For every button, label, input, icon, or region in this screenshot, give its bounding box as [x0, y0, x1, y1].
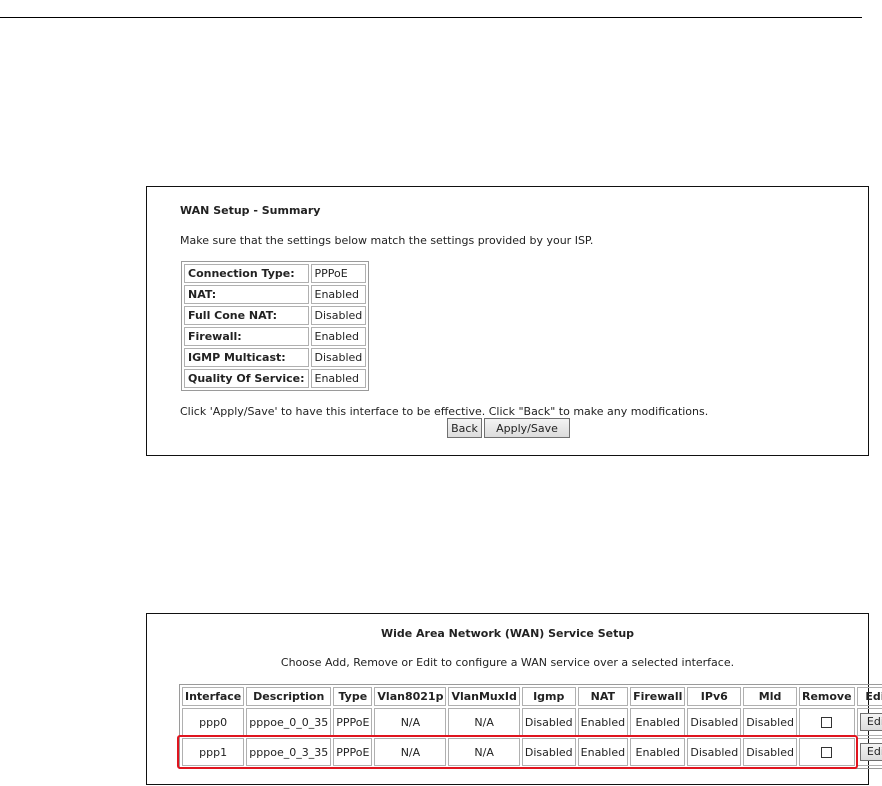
- table-row: ppp1 pppoe_0_3_35 PPPoE N/A N/A Disabled…: [182, 738, 882, 766]
- summary-row: Full Cone NAT: Disabled: [184, 306, 367, 325]
- summary-table: Connection Type: PPPoE NAT: Enabled Full…: [181, 261, 370, 391]
- remove-checkbox[interactable]: [821, 747, 833, 758]
- col-description: Description: [246, 687, 332, 706]
- cell-edit: Edit: [856, 708, 882, 736]
- summary-value: Enabled: [310, 285, 367, 304]
- col-ipv6: IPv6: [687, 687, 742, 706]
- summary-label: Full Cone NAT:: [184, 306, 309, 325]
- col-type: Type: [333, 687, 373, 706]
- summary-row: NAT: Enabled: [184, 285, 367, 304]
- cell-igmp: Disabled: [521, 738, 576, 766]
- summary-label: Quality Of Service:: [184, 369, 309, 388]
- cell-mld: Disabled: [743, 708, 797, 736]
- cell-vlanmuxid: N/A: [448, 738, 520, 766]
- cell-remove: [798, 738, 855, 766]
- cell-igmp: Disabled: [521, 708, 576, 736]
- cell-description: pppoe_0_3_35: [246, 738, 332, 766]
- edit-button[interactable]: Edit: [859, 713, 882, 731]
- cell-nat: Enabled: [577, 708, 629, 736]
- top-rule: [0, 17, 862, 18]
- wan-title: Wide Area Network (WAN) Service Setup: [380, 627, 635, 640]
- summary-hint: Click 'Apply/Save' to have this interfac…: [180, 405, 709, 418]
- col-firewall: Firewall: [630, 687, 686, 706]
- summary-value: PPPoE: [310, 264, 367, 283]
- col-mld: Mld: [743, 687, 797, 706]
- back-button[interactable]: Back: [447, 418, 482, 438]
- cell-description: pppoe_0_0_35: [246, 708, 332, 736]
- edit-button[interactable]: Edit: [859, 743, 882, 761]
- cell-remove: [798, 708, 855, 736]
- col-vlan8021p: Vlan8021p: [374, 687, 447, 706]
- cell-firewall: Enabled: [630, 738, 686, 766]
- cell-interface: ppp1: [182, 738, 245, 766]
- summary-row: Quality Of Service: Enabled: [184, 369, 367, 388]
- summary-label: NAT:: [184, 285, 309, 304]
- remove-checkbox[interactable]: [821, 717, 833, 728]
- cell-ipv6: Disabled: [687, 738, 742, 766]
- col-igmp: Igmp: [521, 687, 576, 706]
- col-vlanmuxid: VlanMuxId: [448, 687, 520, 706]
- col-edit: Edit: [856, 687, 882, 706]
- cell-vlanmuxid: N/A: [448, 708, 520, 736]
- col-remove: Remove: [798, 687, 855, 706]
- wan-service-table: Interface Description Type Vlan8021p Vla…: [179, 684, 882, 769]
- summary-value: Disabled: [310, 306, 367, 325]
- cell-vlan8021p: N/A: [374, 708, 447, 736]
- summary-value: Enabled: [310, 327, 367, 346]
- summary-row: IGMP Multicast: Disabled: [184, 348, 367, 367]
- table-header-row: Interface Description Type Vlan8021p Vla…: [182, 687, 882, 706]
- cell-ipv6: Disabled: [687, 708, 742, 736]
- table-row: ppp0 pppoe_0_0_35 PPPoE N/A N/A Disabled…: [182, 708, 882, 736]
- wan-setup-summary-panel: WAN Setup - Summary Make sure that the s…: [146, 186, 869, 456]
- summary-label: IGMP Multicast:: [184, 348, 309, 367]
- summary-label: Connection Type:: [184, 264, 309, 283]
- wan-service-setup-panel: Wide Area Network (WAN) Service Setup Ch…: [146, 613, 882, 785]
- cell-firewall: Enabled: [630, 708, 686, 736]
- cell-type: PPPoE: [333, 708, 373, 736]
- summary-value: Enabled: [310, 369, 367, 388]
- summary-title: WAN Setup - Summary: [180, 204, 321, 217]
- wan-intro: Choose Add, Remove or Edit to configure …: [280, 656, 735, 669]
- summary-value: Disabled: [310, 348, 367, 367]
- summary-row: Firewall: Enabled: [184, 327, 367, 346]
- summary-intro: Make sure that the settings below match …: [180, 234, 594, 247]
- cell-edit: Edit: [856, 738, 882, 766]
- col-nat: NAT: [577, 687, 629, 706]
- cell-nat: Enabled: [577, 738, 629, 766]
- summary-row: Connection Type: PPPoE: [184, 264, 367, 283]
- cell-type: PPPoE: [333, 738, 373, 766]
- apply-save-button[interactable]: Apply/Save: [484, 418, 570, 438]
- summary-label: Firewall:: [184, 327, 309, 346]
- cell-interface: ppp0: [182, 708, 245, 736]
- cell-vlan8021p: N/A: [374, 738, 447, 766]
- col-interface: Interface: [182, 687, 245, 706]
- cell-mld: Disabled: [743, 738, 797, 766]
